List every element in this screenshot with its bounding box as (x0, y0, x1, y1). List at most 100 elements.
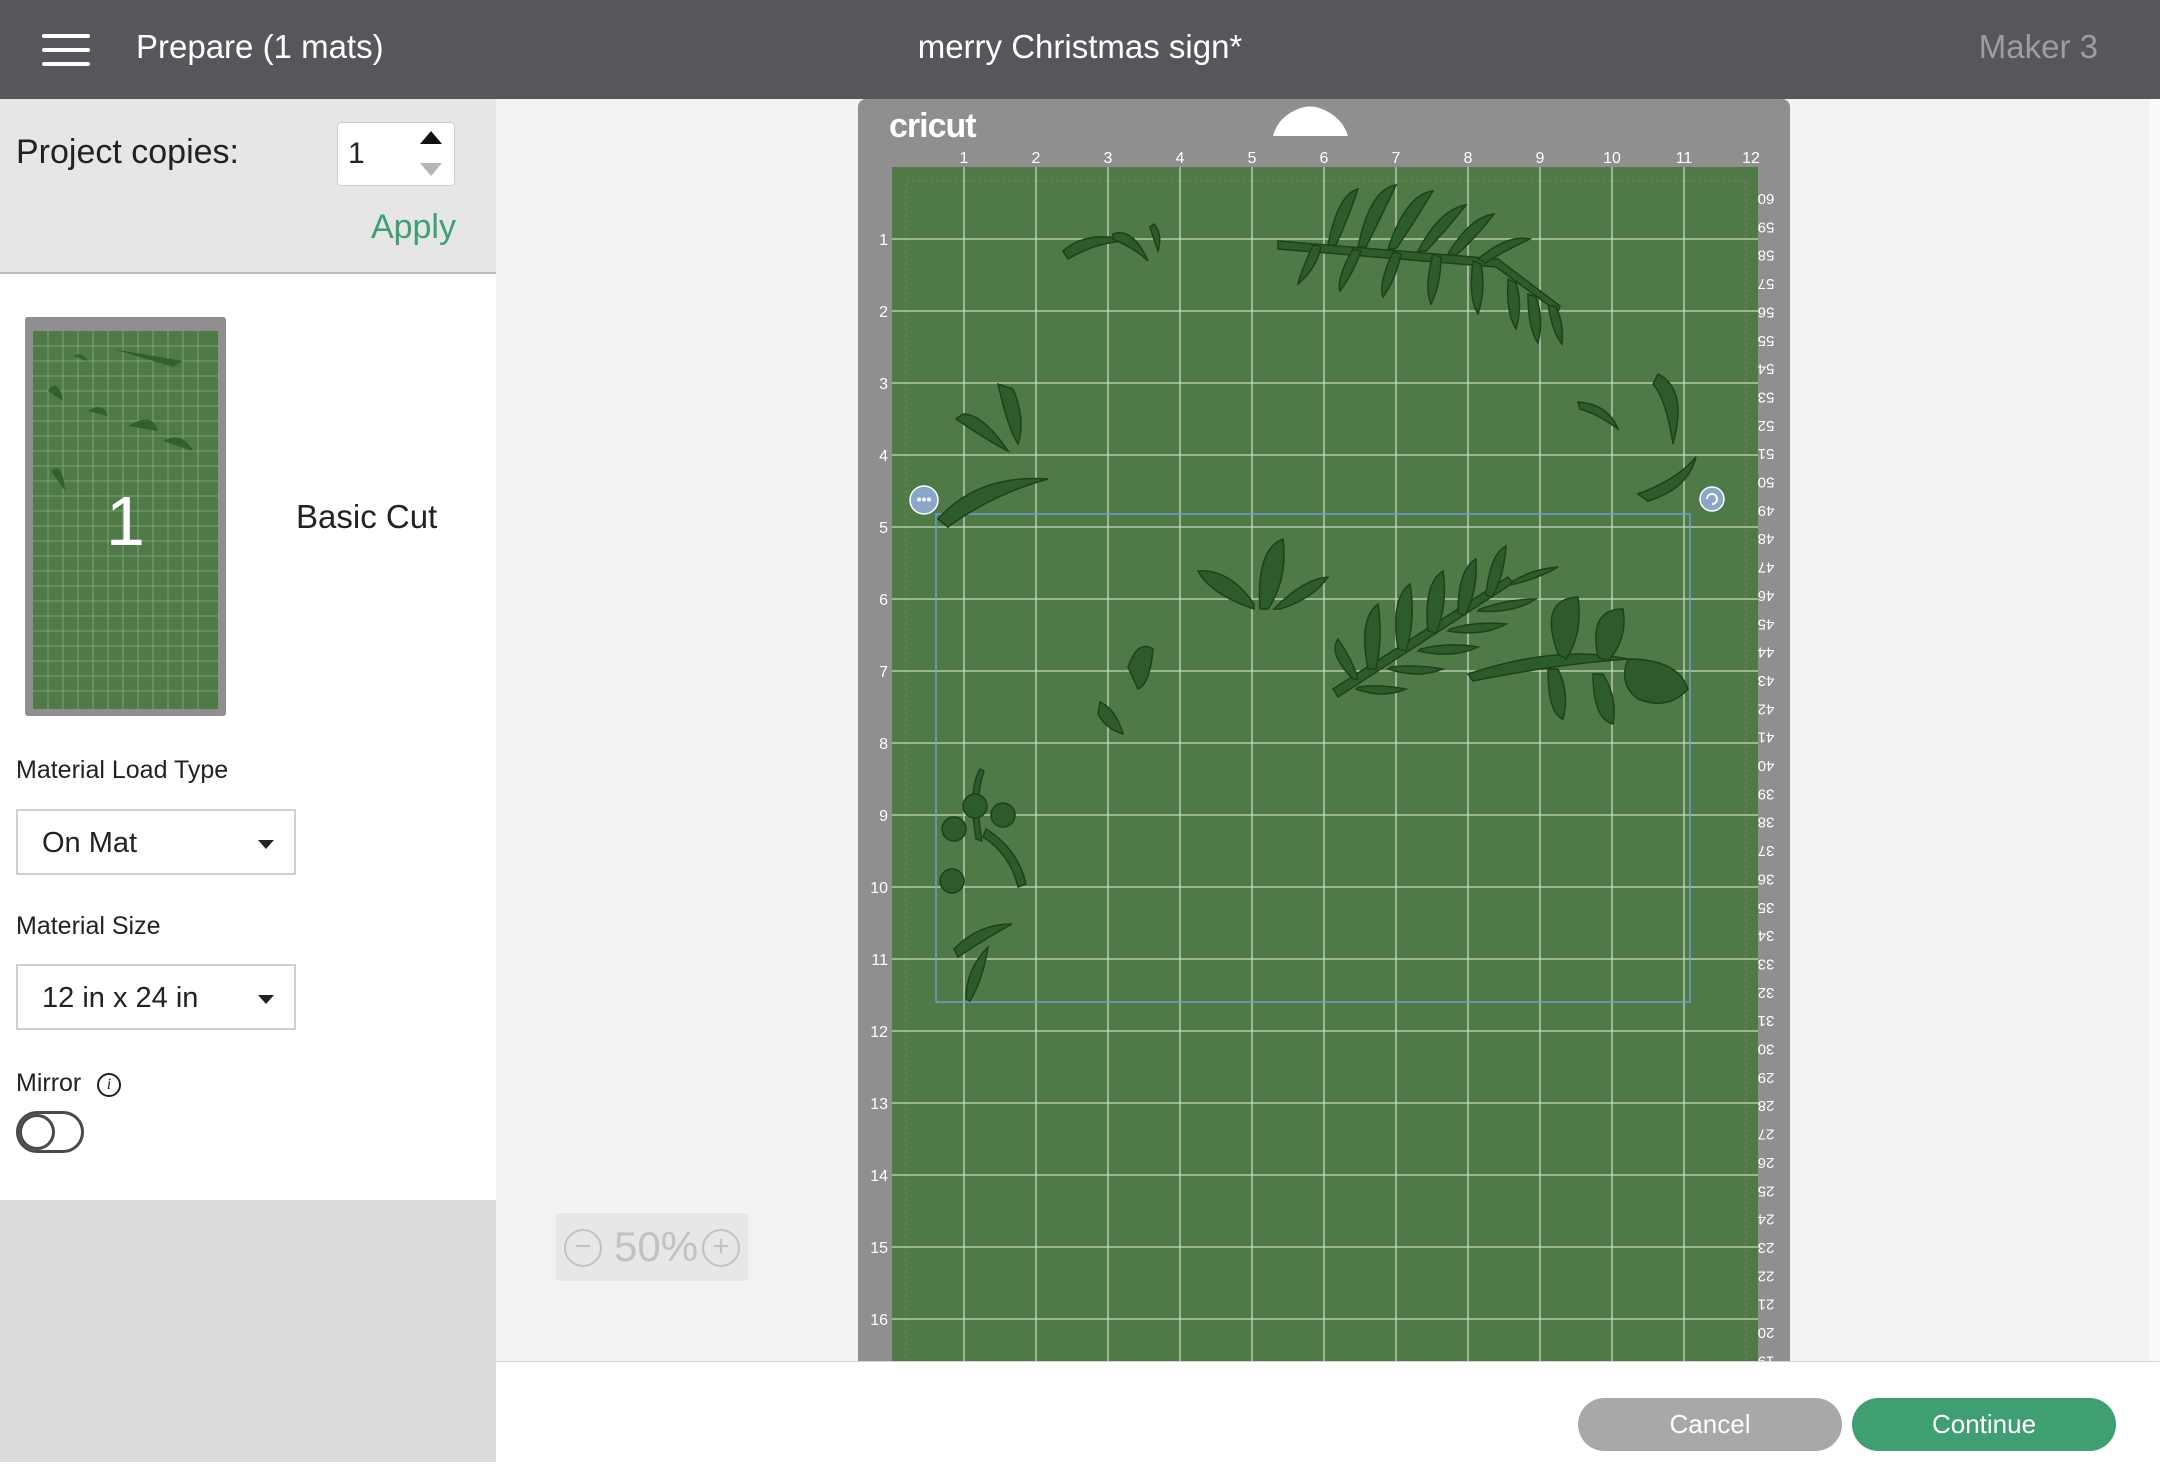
ruler-label: 23 (1758, 1239, 1775, 1256)
material-load-label: Material Load Type (16, 756, 229, 784)
ruler-label: 35 (1758, 899, 1775, 916)
ruler-label: 36 (1758, 870, 1775, 887)
ruler-label: 53 (1758, 388, 1775, 405)
footer-bar: Cancel Continue (496, 1361, 2160, 1472)
ruler-label: 44 (1758, 644, 1775, 661)
mat-canvas[interactable]: − 50% + cricut 1 2 3 4 5 6 7 8 9 10 11 1… (496, 99, 2160, 1361)
ruler-label: 12 (1742, 150, 1760, 167)
ruler-label: 60 (1758, 190, 1775, 207)
ruler-label: 26 (1758, 1154, 1775, 1171)
ruler-label: 7 (879, 664, 888, 681)
ruler-label: 22 (1758, 1267, 1775, 1284)
ruler-label: 49 (1758, 502, 1775, 519)
ruler-label: 6 (1320, 150, 1329, 167)
ruler-label: 2 (879, 304, 888, 321)
ruler-label: 30 (1758, 1041, 1775, 1058)
rotate-handle-icon[interactable] (1699, 486, 1725, 512)
svg-text:•••: ••• (917, 491, 932, 507)
ruler-label: 57 (1758, 275, 1775, 292)
ruler-label: 48 (1758, 530, 1775, 547)
caret-down-icon (258, 840, 274, 849)
continue-button[interactable]: Continue (1852, 1398, 2116, 1451)
decrement-arrow-icon[interactable] (420, 163, 442, 176)
top-ruler: 1 2 3 4 5 6 7 8 9 10 11 12 (960, 150, 1760, 167)
ruler-label: 33 (1758, 955, 1775, 972)
ruler-label: 37 (1758, 842, 1775, 859)
ruler-label: 7 (1392, 150, 1401, 167)
ruler-label: 46 (1758, 587, 1775, 604)
ruler-label: 38 (1758, 814, 1775, 831)
window-edge (2150, 99, 2160, 1361)
ruler-label: 5 (1248, 150, 1257, 167)
caret-down-icon (258, 995, 274, 1004)
ruler-label: 11 (1676, 150, 1693, 167)
toggle-knob (19, 1114, 55, 1150)
mat-thumbnail[interactable]: 1 (25, 317, 226, 716)
material-size-select[interactable]: 12 in x 24 in (16, 964, 296, 1030)
increment-arrow-icon[interactable] (420, 131, 442, 144)
ruler-label: 31 (1758, 1012, 1775, 1029)
material-size-label: Material Size (16, 912, 161, 940)
ruler-label: 2 (1032, 150, 1041, 167)
zoom-in-button[interactable]: + (702, 1229, 740, 1267)
zoom-out-button[interactable]: − (564, 1229, 602, 1267)
ruler-label: 34 (1758, 927, 1775, 944)
material-load-select[interactable]: On Mat (16, 809, 296, 875)
mirror-label: Mirror (16, 1069, 82, 1097)
ruler-label: 5 (879, 520, 888, 537)
ruler-label: 24 (1758, 1211, 1775, 1228)
material-size-value: 12 in x 24 in (42, 982, 199, 1014)
page-title: Prepare (1 mats) (136, 28, 384, 65)
ruler-label: 1 (960, 150, 969, 167)
ruler-label: 43 (1758, 672, 1775, 689)
ruler-label: 8 (879, 736, 888, 753)
ruler-label: 1 (879, 232, 888, 249)
mat-thumbnail-preview: 1 (33, 331, 218, 709)
ruler-label: 9 (1536, 150, 1545, 167)
mirror-toggle[interactable] (16, 1111, 84, 1153)
cut-type-label: Basic Cut (296, 498, 438, 535)
mat-number: 1 (106, 482, 145, 560)
material-load-value: On Mat (42, 827, 138, 859)
ruler-label: 9 (879, 808, 888, 825)
ruler-label: 19 (1758, 1352, 1775, 1361)
ruler-label: 29 (1758, 1069, 1775, 1086)
ruler-label: 40 (1758, 757, 1775, 774)
info-icon[interactable]: i (97, 1073, 121, 1097)
ruler-label: 25 (1758, 1182, 1775, 1199)
mat-grid-area (892, 167, 1758, 1361)
ruler-label: 58 (1758, 247, 1775, 264)
app-header: Prepare (1 mats) merry Christmas sign* M… (0, 0, 2160, 99)
copies-stepper[interactable]: 1 (337, 122, 455, 186)
ruler-label: 3 (879, 376, 888, 393)
zoom-value: 50% (614, 1223, 699, 1270)
machine-selector[interactable]: Maker 3 (1979, 28, 2098, 66)
apply-button[interactable]: Apply (371, 208, 456, 247)
ruler-label: 52 (1758, 417, 1775, 434)
left-ruler: 1 2 3 4 5 6 7 8 9 10 11 12 13 14 15 16 (870, 232, 888, 1329)
copies-value[interactable]: 1 (348, 137, 365, 171)
zoom-control: − 50% + (556, 1213, 748, 1281)
ruler-label: 14 (870, 1168, 888, 1185)
left-panel: Project copies: 1 Apply 1 Basic Cut Mate… (0, 99, 496, 1472)
ruler-label: 50 (1758, 474, 1775, 491)
cancel-button[interactable]: Cancel (1578, 1398, 1842, 1451)
mat-notch (1273, 106, 1348, 136)
copies-label: Project copies: (16, 133, 239, 171)
ruler-label: 32 (1758, 984, 1775, 1001)
ruler-label: 55 (1758, 332, 1775, 349)
ruler-label: 8 (1464, 150, 1473, 167)
ruler-label: 20 (1758, 1324, 1775, 1341)
ruler-label: 27 (1758, 1126, 1775, 1143)
ruler-label: 45 (1758, 615, 1775, 632)
ruler-label: 12 (870, 1024, 888, 1041)
copies-section: Project copies: 1 Apply (0, 99, 496, 274)
ruler-label: 39 (1758, 785, 1775, 802)
right-ruler: 60 59 58 57 56 55 54 53 52 51 50 49 48 47 46 45 44 43 42 41… (1758, 190, 1775, 1361)
ruler-label: 15 (870, 1240, 888, 1257)
ruler-label: 11 (871, 952, 888, 969)
ruler-label: 4 (879, 448, 888, 465)
ruler-label: 10 (870, 880, 888, 897)
ruler-label: 3 (1104, 150, 1113, 167)
menu-icon[interactable] (42, 34, 90, 66)
